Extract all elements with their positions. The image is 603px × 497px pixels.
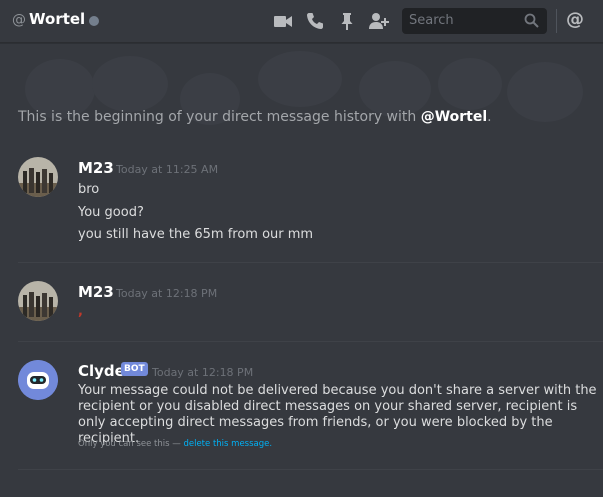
message-author[interactable]: M23 xyxy=(78,159,114,177)
message-text: bro xyxy=(78,182,100,197)
message-timestamp: Today at 12:18 PM xyxy=(152,366,254,379)
status-offline-indicator xyxy=(89,16,99,26)
header-divider xyxy=(556,9,557,33)
message-text: you still have the 65m from our mm xyxy=(78,227,314,242)
search-placeholder: Search xyxy=(409,13,454,28)
add-friend-icon[interactable] xyxy=(368,11,390,31)
message-text: You good? xyxy=(78,205,144,220)
beginning-suffix: . xyxy=(487,109,492,125)
search-icon[interactable] xyxy=(524,13,539,32)
dm-beginning-text: This is the beginning of your direct mes… xyxy=(18,109,598,125)
message-author[interactable]: Clyde xyxy=(78,362,125,380)
pin-icon[interactable] xyxy=(338,11,356,31)
message-divider xyxy=(18,262,603,263)
avatar[interactable] xyxy=(18,157,58,197)
ephemeral-notice: Only you can see this — delete this mess… xyxy=(78,439,272,449)
beginning-prefix: This is the beginning of your direct mes… xyxy=(18,109,421,125)
beginning-handle: @Wortel xyxy=(420,109,488,125)
message-author[interactable]: M23 xyxy=(78,283,114,301)
delete-message-link[interactable]: delete this message. xyxy=(183,439,272,449)
dm-recipient-name[interactable]: Wortel xyxy=(29,10,85,28)
search-box[interactable]: Search xyxy=(402,8,547,34)
video-call-icon[interactable] xyxy=(273,11,293,31)
message-text: Your message could not be delivered beca… xyxy=(78,383,597,446)
channel-header: @ Wortel Search @ xyxy=(0,0,603,43)
avatar[interactable] xyxy=(18,281,58,321)
clyde-avatar[interactable] xyxy=(18,360,58,400)
message-timestamp: Today at 12:18 PM xyxy=(116,287,218,300)
at-symbol: @ xyxy=(12,12,26,28)
phone-call-icon[interactable] xyxy=(305,11,325,31)
message-text: , xyxy=(78,304,83,319)
message-divider xyxy=(18,469,603,470)
message-timestamp: Today at 11:25 AM xyxy=(116,163,219,176)
message-divider xyxy=(18,341,603,342)
mention-icon[interactable]: @ xyxy=(566,9,584,30)
bot-badge: BOT xyxy=(121,362,148,376)
ephemeral-note: Only you can see this — xyxy=(78,439,184,449)
